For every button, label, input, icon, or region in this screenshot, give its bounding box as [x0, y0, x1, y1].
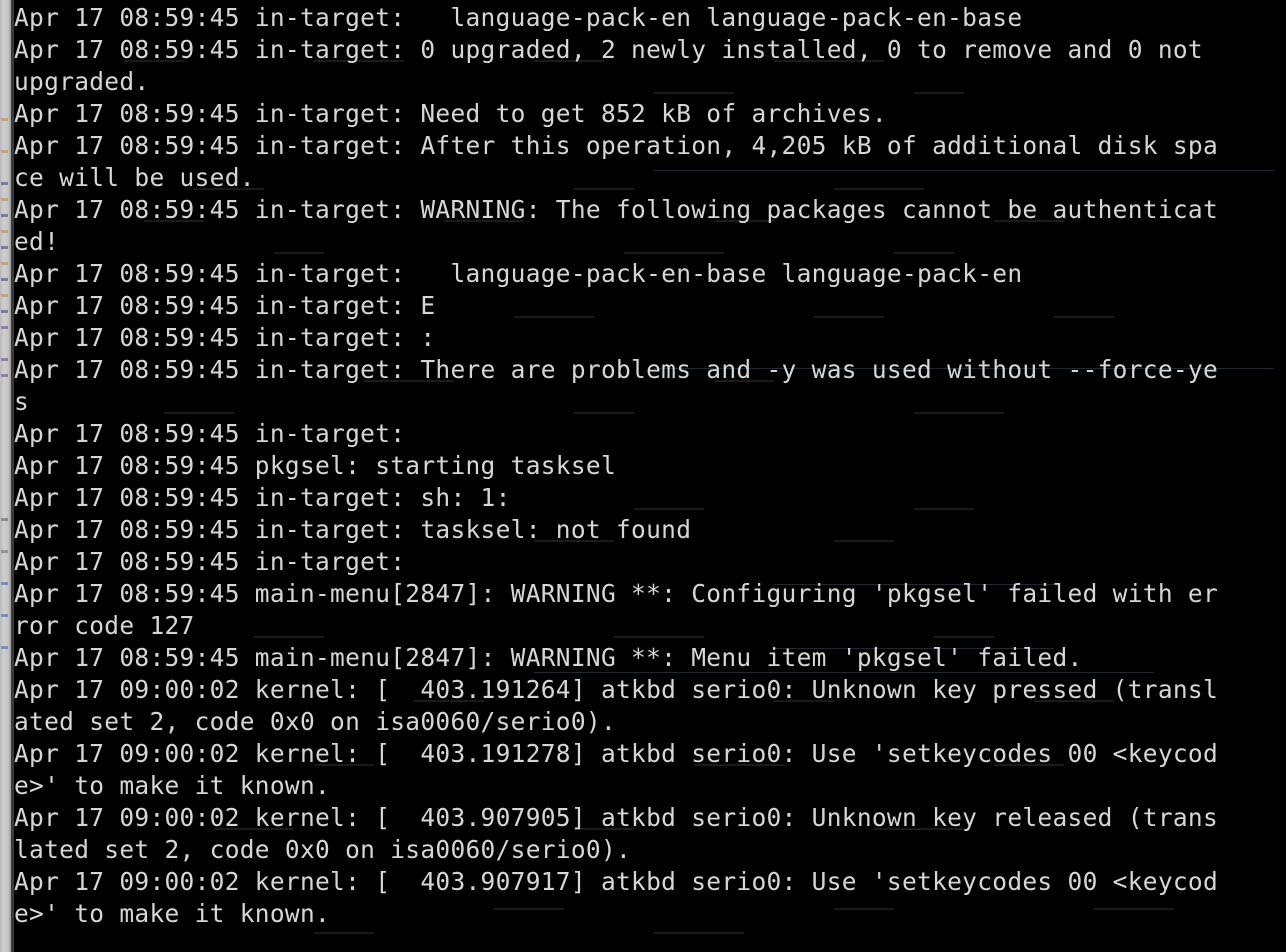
- window-edge-tick: [1, 550, 8, 553]
- window-edge-tick: [1, 518, 8, 521]
- window-edge-shadow: [11, 0, 14, 952]
- console-line: Apr 17 08:59:45 main-menu[2847]: WARNING…: [14, 643, 1083, 672]
- console-text-output[interactable]: Apr 17 08:59:45 in-target: language-pack…: [14, 0, 1286, 952]
- window-edge-tick: [1, 246, 8, 249]
- console-line: upgraded.: [14, 67, 150, 96]
- window-edge-tick: [1, 182, 8, 185]
- console-line: Apr 17 08:59:45 in-target:: [14, 547, 406, 576]
- console-line: Apr 17 08:59:45 in-target: :: [14, 323, 436, 352]
- window-edge-tick: [1, 358, 8, 361]
- window-edge-tick: [1, 294, 8, 297]
- window-edge-tick: [1, 118, 8, 121]
- window-edge-tick: [1, 150, 8, 153]
- installer-syslog-screen: Apr 17 08:59:45 in-target: language-pack…: [0, 0, 1286, 952]
- window-edge-tick: [1, 326, 8, 329]
- console-line: ated set 2, code 0x0 on isa0060/serio0).: [14, 707, 617, 736]
- console-line: Apr 17 08:59:45 in-target: sh: 1:: [14, 483, 511, 512]
- console-line: Apr 17 08:59:45 in-target: language-pack…: [14, 259, 1023, 288]
- console-line: Apr 17 09:00:02 kernel: [ 403.907905] at…: [14, 803, 1219, 832]
- console-line: Apr 17 08:59:45 in-target: E: [14, 291, 436, 320]
- console-line: Apr 17 08:59:45 in-target: WARNING: The …: [14, 195, 1219, 224]
- window-edge-tick: [1, 646, 8, 649]
- console-line: Apr 17 09:00:02 kernel: [ 403.191278] at…: [14, 739, 1219, 768]
- console-line: ce will be used.: [14, 163, 255, 192]
- underlying-window-edge: [0, 0, 11, 952]
- console-line: Apr 17 08:59:45 in-target: language-pack…: [14, 3, 1023, 32]
- window-edge-tick: [1, 214, 8, 217]
- console-line: Apr 17 09:00:02 kernel: [ 403.907917] at…: [14, 867, 1219, 896]
- console-line: Apr 17 08:59:45 in-target: tasksel: not …: [14, 515, 692, 544]
- window-edge-tick: [1, 230, 8, 233]
- console-line: Apr 17 08:59:45 main-menu[2847]: WARNING…: [14, 579, 1219, 608]
- console-line: Apr 17 09:00:02 kernel: [ 403.191264] at…: [14, 675, 1219, 704]
- window-edge-tick: [1, 198, 8, 201]
- console-line: e>' to make it known.: [14, 771, 331, 800]
- console-line: ed!: [14, 227, 60, 256]
- console-line: e>' to make it known.: [14, 899, 331, 928]
- console-line: Apr 17 08:59:45 in-target: 0 upgraded, 2…: [14, 35, 1203, 64]
- window-edge-tick: [1, 614, 8, 617]
- console-line: Apr 17 08:59:45 pkgsel: starting tasksel: [14, 451, 617, 480]
- window-edge-tick: [1, 374, 8, 377]
- window-edge-tick: [1, 582, 8, 585]
- console-line: Apr 17 08:59:45 in-target: There are pro…: [14, 355, 1219, 384]
- console-line: Apr 17 08:59:45 in-target: Need to get 8…: [14, 99, 887, 128]
- window-edge-tick: [1, 262, 8, 265]
- console-line: s: [14, 387, 30, 416]
- console-line: lated set 2, code 0x0 on isa0060/serio0)…: [14, 835, 632, 864]
- console-line: Apr 17 08:59:45 in-target: After this op…: [14, 131, 1219, 160]
- window-edge-tick: [1, 310, 8, 313]
- console-line: Apr 17 08:59:45 in-target:: [14, 419, 406, 448]
- console-line: ror code 127: [14, 611, 195, 640]
- window-edge-tick: [1, 278, 8, 281]
